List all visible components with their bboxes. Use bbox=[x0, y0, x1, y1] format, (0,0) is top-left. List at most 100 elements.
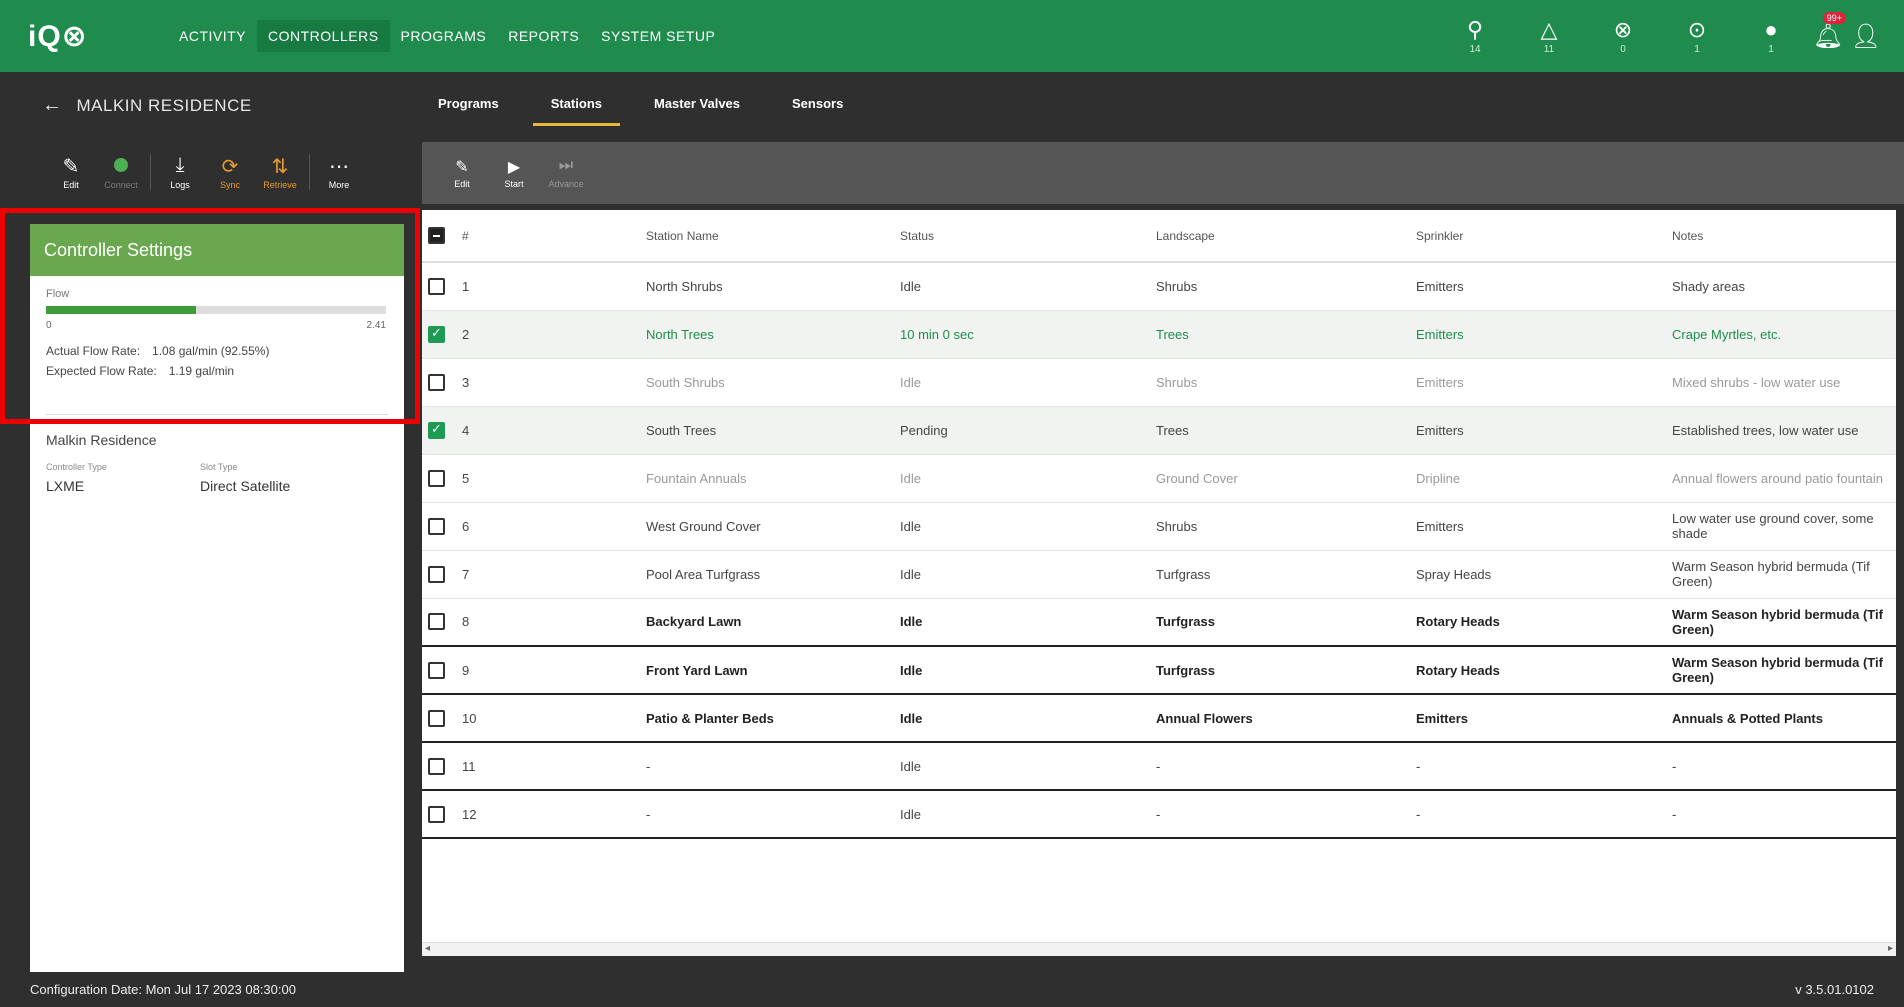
row-select-cell[interactable] bbox=[422, 502, 456, 551]
row-select-cell[interactable] bbox=[422, 790, 456, 839]
table-row[interactable]: 6 West Ground Cover Idle Shrubs Emitters Low … bbox=[422, 502, 1896, 551]
station-sprinkler: Emitters bbox=[1410, 502, 1666, 551]
row-checkbox[interactable] bbox=[428, 373, 445, 391]
col-status[interactable]: Status bbox=[894, 210, 1150, 263]
col-landscape[interactable]: Landscape bbox=[1150, 210, 1410, 263]
connection-dot-icon bbox=[114, 158, 128, 172]
station-notes: Established trees, low water use bbox=[1666, 406, 1896, 455]
tab-stations[interactable]: Stations bbox=[532, 72, 620, 126]
flow-status[interactable]: ⚲ 14 bbox=[1438, 17, 1512, 55]
row-select-cell[interactable] bbox=[422, 598, 456, 647]
station-name: South Trees bbox=[640, 406, 894, 455]
nav-activity[interactable]: ACTIVITY bbox=[168, 20, 257, 52]
station-name: Front Yard Lawn bbox=[640, 646, 894, 695]
row-checkbox[interactable] bbox=[428, 805, 445, 823]
station-sprinkler: Emitters bbox=[1410, 310, 1666, 359]
stations-table: # Station Name Status Landscape Sprinkle… bbox=[422, 210, 1896, 839]
tab-master-valves[interactable]: Master Valves bbox=[636, 72, 758, 126]
table-row[interactable]: 11- Idle - - - bbox=[422, 742, 1896, 791]
row-checkbox[interactable] bbox=[428, 277, 445, 295]
station-advance-button[interactable]: ⏭ Advance bbox=[540, 157, 592, 189]
row-select-cell[interactable] bbox=[422, 742, 456, 791]
table-row[interactable]: 5 Fountain Annuals Idle Ground Cover Driplin… bbox=[422, 454, 1896, 503]
station-sprinkler: Emitters bbox=[1410, 406, 1666, 455]
col-sprinkler[interactable]: Sprinkler bbox=[1410, 210, 1666, 263]
row-select-cell[interactable] bbox=[422, 454, 456, 503]
station-name: - bbox=[640, 790, 894, 839]
more-label: More bbox=[328, 180, 350, 190]
row-select-cell[interactable] bbox=[422, 550, 456, 599]
table-row[interactable]: 3 South Shrubs Idle Shrubs Emitters Mixed shr… bbox=[422, 358, 1896, 407]
running-status[interactable]: ⊙ 1 bbox=[1660, 17, 1734, 55]
back-to-controller[interactable]: ← MALKIN RESIDENCE bbox=[42, 94, 252, 117]
divider bbox=[46, 414, 388, 415]
sync-icon: ⟳ bbox=[221, 156, 239, 178]
alerts-status[interactable]: △ 11 bbox=[1512, 16, 1586, 55]
row-checkbox[interactable] bbox=[428, 757, 445, 775]
online-status[interactable]: ● 1 bbox=[1734, 16, 1808, 55]
row-checkbox[interactable] bbox=[428, 469, 445, 487]
row-select-cell[interactable] bbox=[422, 694, 456, 743]
logs-button[interactable]: ⤓ Logs bbox=[155, 154, 205, 190]
col-station-name[interactable]: Station Name bbox=[640, 210, 894, 263]
scroll-right-icon[interactable]: ▸ bbox=[1888, 943, 1893, 954]
horizontal-scrollbar[interactable]: ◂ ▸ bbox=[422, 942, 1896, 956]
tab-sensors[interactable]: Sensors bbox=[774, 72, 861, 126]
stopped-status[interactable]: ⊗ 0 bbox=[1586, 17, 1660, 55]
table-row[interactable]: 9 Front Yard Lawn Idle Turfgrass Rotary Head… bbox=[422, 646, 1896, 695]
station-notes: Crape Myrtles, etc. bbox=[1666, 310, 1896, 359]
nav-programs[interactable]: PROGRAMS bbox=[390, 20, 498, 52]
tab-programs[interactable]: Programs bbox=[420, 72, 517, 126]
alert-triangle-icon: △ bbox=[1540, 16, 1558, 42]
select-all-cell[interactable] bbox=[422, 210, 456, 263]
row-select-cell[interactable] bbox=[422, 358, 456, 407]
col-notes[interactable]: Notes bbox=[1666, 210, 1896, 263]
row-select-cell[interactable] bbox=[422, 262, 456, 311]
row-checkbox[interactable] bbox=[428, 421, 445, 439]
iq-logo[interactable]: iQ⊗ bbox=[28, 19, 118, 54]
row-checkbox[interactable] bbox=[428, 709, 445, 727]
table-row[interactable]: 7 Pool Area Turfgrass Idle Turfgrass Spray H… bbox=[422, 550, 1896, 599]
station-name: South Shrubs bbox=[640, 358, 894, 407]
row-select-cell[interactable] bbox=[422, 310, 456, 359]
station-sprinkler: Emitters bbox=[1410, 262, 1666, 311]
station-status: Idle bbox=[894, 454, 1150, 503]
nav-controllers[interactable]: CONTROLLERS bbox=[257, 20, 390, 52]
select-all-checkbox[interactable] bbox=[428, 227, 445, 244]
notifications-button[interactable]: 🔔︎ 99+ bbox=[1808, 11, 1848, 51]
actual-flow-label: Actual Flow Rate: bbox=[46, 344, 141, 358]
row-checkbox[interactable] bbox=[428, 661, 445, 679]
flow-bar bbox=[46, 306, 386, 314]
edit-button[interactable]: ✎ Edit bbox=[46, 154, 96, 190]
scroll-left-icon[interactable]: ◂ bbox=[425, 943, 430, 954]
retrieve-button[interactable]: ⇅ Retrieve bbox=[255, 154, 305, 190]
row-select-cell[interactable] bbox=[422, 406, 456, 455]
station-status: Idle bbox=[894, 550, 1150, 599]
table-row[interactable]: 12- Idle - - - bbox=[422, 790, 1896, 839]
user-icon[interactable]: 👤︎ bbox=[1848, 22, 1884, 51]
table-row[interactable]: 4South TreesPendingTreesEmittersEstablis… bbox=[422, 406, 1896, 455]
row-select-cell[interactable] bbox=[422, 646, 456, 695]
table-row[interactable]: 10 Patio & Planter Beds Idle Annual Flowers… bbox=[422, 694, 1896, 743]
station-status: Idle bbox=[894, 694, 1150, 743]
more-button[interactable]: ⋯ More bbox=[314, 154, 364, 190]
table-row[interactable]: 2North Trees10 min 0 secTreesEmittersCra… bbox=[422, 310, 1896, 359]
station-sprinkler: Spray Heads bbox=[1410, 550, 1666, 599]
station-notes: Shady areas bbox=[1666, 262, 1896, 311]
row-checkbox[interactable] bbox=[428, 565, 445, 583]
table-row[interactable]: 8 Backyard Lawn Idle Turfgrass Rotary Heads W… bbox=[422, 598, 1896, 647]
station-edit-button[interactable]: ✎ Edit bbox=[436, 157, 488, 189]
row-checkbox[interactable] bbox=[428, 613, 445, 631]
nav-reports[interactable]: REPORTS bbox=[497, 20, 590, 52]
row-checkbox[interactable] bbox=[428, 517, 445, 535]
station-landscape: Trees bbox=[1150, 406, 1410, 455]
sync-button[interactable]: ⟳ Sync bbox=[205, 154, 255, 190]
col-number[interactable]: # bbox=[456, 210, 640, 263]
station-start-button[interactable]: ▶ Start bbox=[488, 157, 540, 189]
nav-system-setup[interactable]: SYSTEM SETUP bbox=[590, 20, 726, 52]
controller-settings-header[interactable]: Controller Settings bbox=[30, 224, 404, 276]
connect-button[interactable]: Connect bbox=[96, 154, 146, 190]
table-row[interactable]: 1 North Shrubs Idle Shrubs Emitters Shady are… bbox=[422, 262, 1896, 311]
globe-icon: ● bbox=[1764, 16, 1778, 42]
row-checkbox[interactable] bbox=[428, 325, 445, 343]
